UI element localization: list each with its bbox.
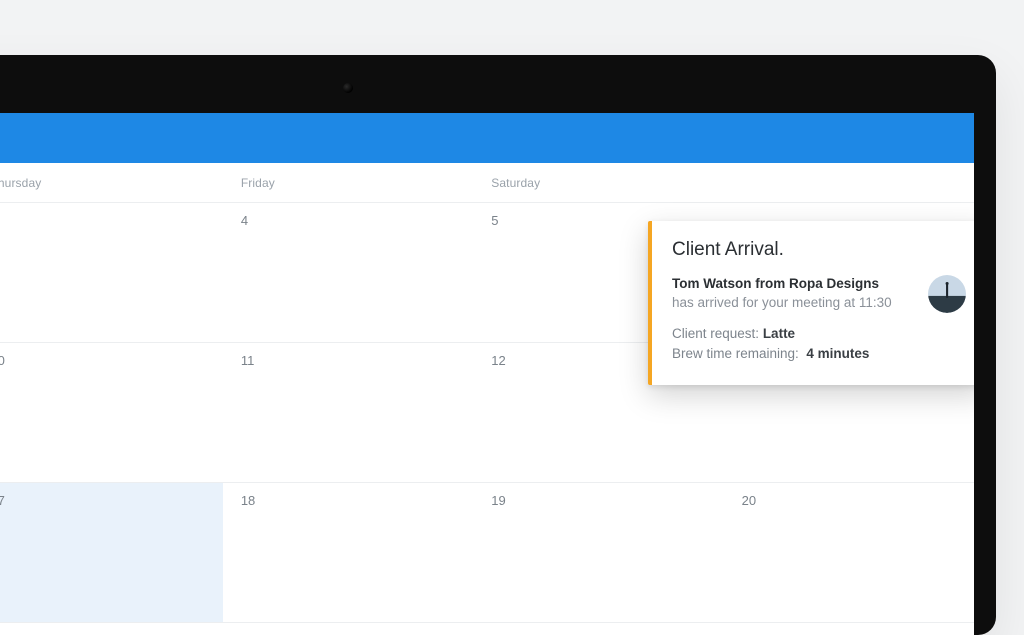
toast-brew-time: Brew time remaining: 4 minutes <box>672 344 912 364</box>
toast-person-name: Tom Watson from Ropa Designs <box>672 276 879 291</box>
avatar-image-icon <box>928 275 966 313</box>
toast-body: Tom Watson from Ropa Designs has arrived… <box>672 275 966 365</box>
calendar-header: Saturday <box>473 176 723 190</box>
toast-request-value: Latte <box>763 326 795 341</box>
toast-arrival-line: has arrived for your meeting at 11:30 <box>672 295 912 310</box>
calendar-header-row: Wednesday Thursday Friday Saturday <box>0 163 974 203</box>
client-arrival-toast[interactable]: Client Arrival. <box>648 221 974 385</box>
toast-brew-value: 4 minutes <box>806 346 869 361</box>
calendar-day-cell[interactable]: 11 <box>223 343 473 482</box>
toast-person-line: Tom Watson from Ropa Designs <box>672 275 912 293</box>
app-topbar <box>0 113 974 163</box>
toast-title: Client Arrival. <box>672 239 966 261</box>
calendar-header: Thursday <box>0 176 223 190</box>
toast-request-label: Client request: <box>672 326 759 341</box>
monitor-frame: Wednesday Thursday Friday Saturday 2 3 4… <box>0 55 996 635</box>
calendar-day-cell[interactable]: 4 <box>223 203 473 342</box>
toast-brew-label: Brew time remaining: <box>672 346 799 361</box>
calendar-day-cell[interactable]: 19 <box>473 483 723 622</box>
avatar <box>928 275 966 313</box>
calendar-header: Friday <box>223 176 473 190</box>
calendar-row: 16 17 18 19 20 <box>0 483 974 623</box>
camera-dot <box>343 83 353 93</box>
calendar-day-cell[interactable]: 10 <box>0 343 223 482</box>
calendar[interactable]: Wednesday Thursday Friday Saturday 2 3 4… <box>0 163 974 623</box>
toast-client-request: Client request: Latte <box>672 324 912 344</box>
calendar-day-cell[interactable]: 20 <box>724 483 974 622</box>
calendar-day-cell[interactable]: 18 <box>223 483 473 622</box>
screen: Wednesday Thursday Friday Saturday 2 3 4… <box>0 113 974 635</box>
calendar-day-cell-today[interactable]: 17 <box>0 483 223 622</box>
calendar-day-cell[interactable]: 3 <box>0 203 223 342</box>
